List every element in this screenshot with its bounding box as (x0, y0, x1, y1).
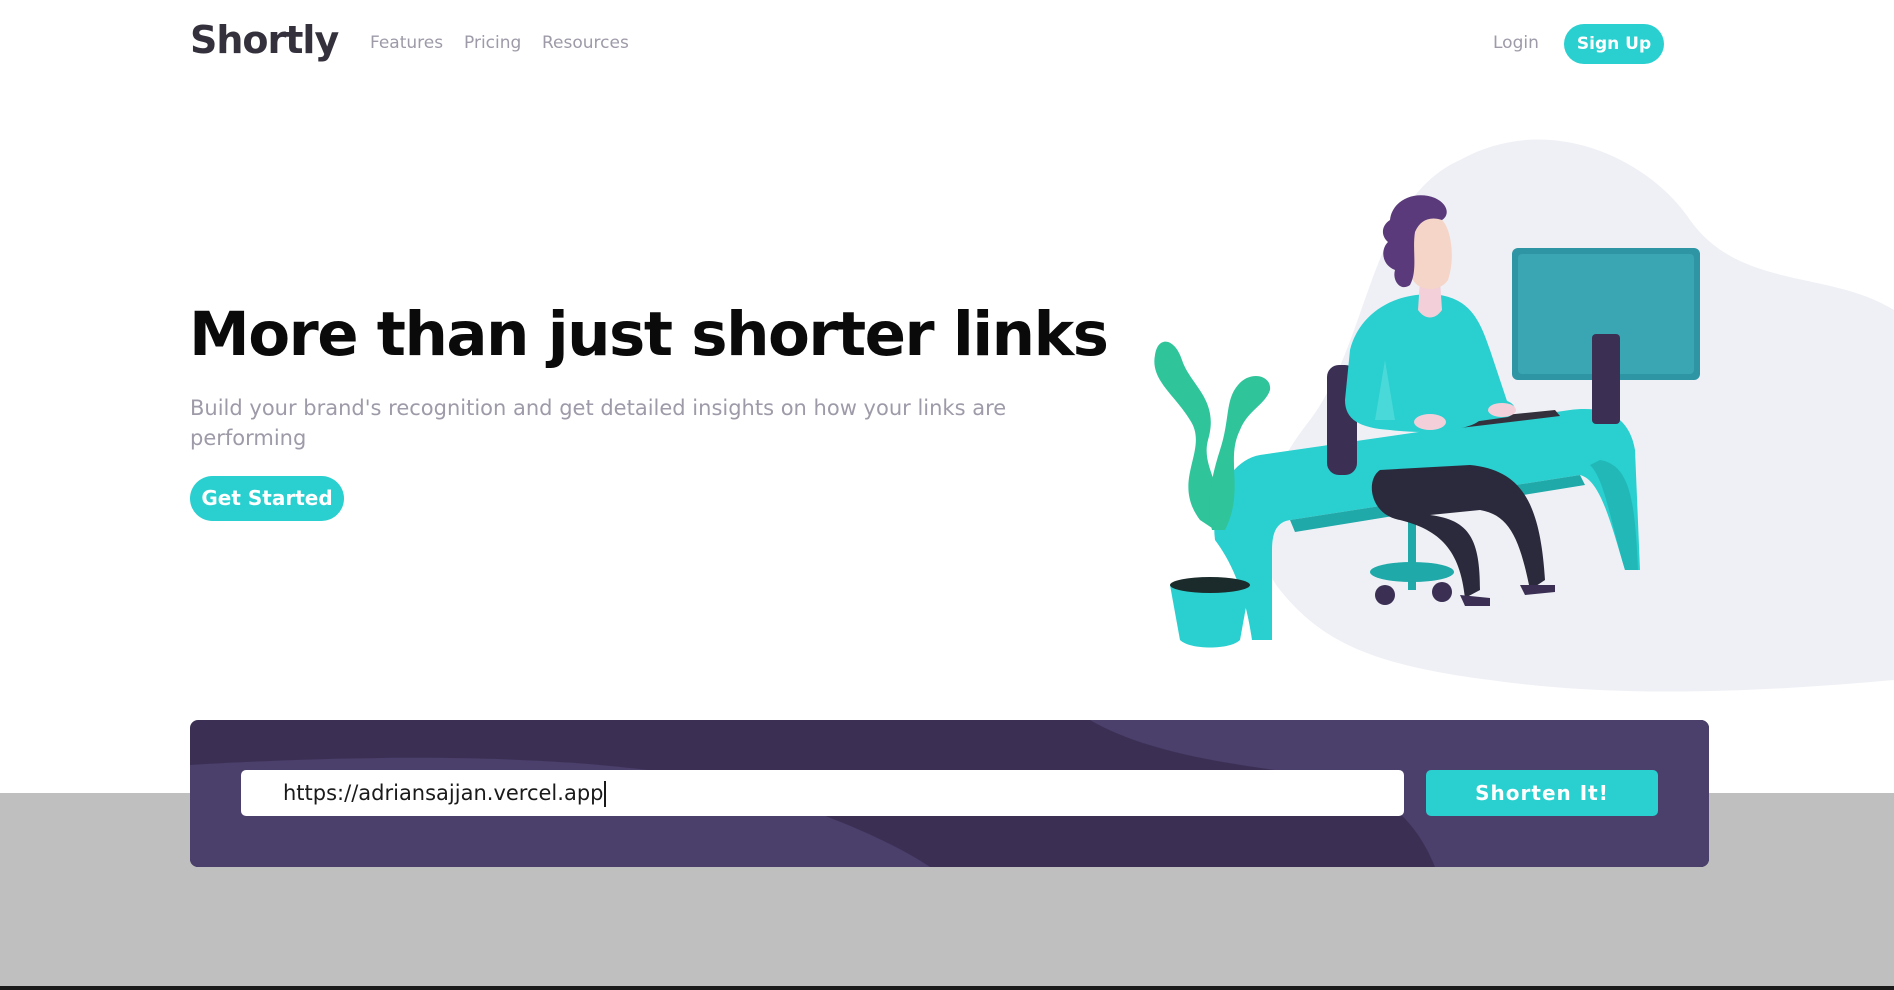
chair-wheel (1375, 585, 1395, 605)
bottom-border (0, 986, 1894, 990)
working-illustration (1154, 139, 1894, 692)
nav-link-resources[interactable]: Resources (542, 33, 629, 53)
shorten-button[interactable]: Shorten It! (1426, 770, 1658, 816)
logo[interactable]: Shortly (190, 18, 339, 62)
nav-link-pricing[interactable]: Pricing (464, 33, 521, 53)
url-input[interactable] (241, 770, 1404, 816)
get-started-button[interactable]: Get Started (190, 476, 344, 521)
hero-subtitle: Build your brand's recognition and get d… (190, 396, 1007, 450)
signup-button[interactable]: Sign Up (1564, 24, 1664, 64)
page: Shortly Features Pricing Resources Login… (0, 0, 1894, 990)
plant-pot (1170, 585, 1250, 648)
site-header: Shortly Features Pricing Resources Login… (0, 0, 1894, 90)
monitor-stand (1592, 334, 1620, 424)
nav-link-features[interactable]: Features (370, 33, 443, 53)
shorten-form: https://adriansajjan.vercel.app Shorten … (190, 720, 1709, 867)
login-link[interactable]: Login (1493, 33, 1539, 53)
hero-title: More than just shorter links (189, 299, 1109, 370)
